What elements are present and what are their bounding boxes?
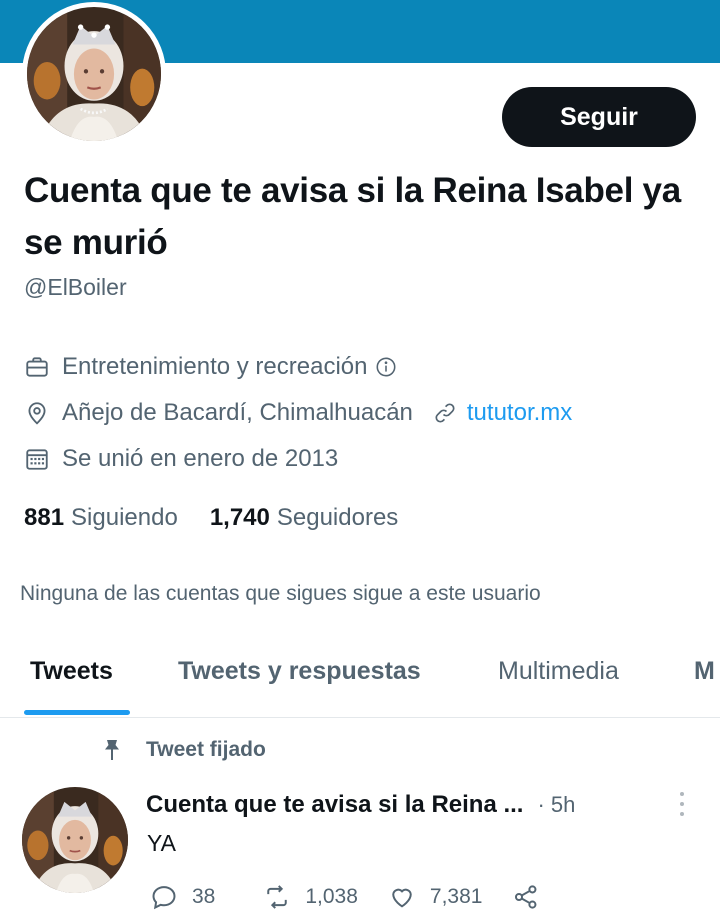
like-count: 7,381: [429, 885, 483, 908]
pinned-tweet-label: Tweet fijado: [100, 738, 266, 762]
tweet-text: YA: [147, 830, 176, 856]
queen-portrait-small: [22, 787, 128, 893]
tweet-header: Cuenta que te avisa si la Reina ... · 5h: [146, 791, 575, 819]
heart-icon: [392, 888, 412, 908]
tab-media[interactable]: Multimedia: [498, 657, 619, 686]
profile-location-row: Añejo de Bacardí, Chimalhuacán tututor.m…: [24, 399, 572, 427]
profile-joined-row: Se unió en enero de 2013: [24, 445, 338, 473]
tab-tweets[interactable]: Tweets: [30, 657, 113, 686]
link-icon: [433, 401, 457, 425]
active-tab-indicator: [24, 710, 130, 715]
profile-avatar[interactable]: [22, 2, 166, 146]
profile-category: Entretenimiento y recreación: [62, 353, 368, 380]
tab-likes[interactable]: M: [694, 657, 715, 686]
retweet-icon: [267, 885, 288, 909]
retweet-button[interactable]: 1,038: [263, 883, 358, 911]
tweet-author-name[interactable]: Cuenta que te avisa si la Reina ...: [146, 791, 523, 819]
tab-tweets-and-replies[interactable]: Tweets y respuestas: [178, 657, 421, 686]
like-button[interactable]: 7,381: [388, 883, 483, 911]
followers-label: Seguidores: [276, 504, 399, 531]
profile-joined-date: Se unió en enero de 2013: [62, 445, 339, 472]
following-count: 881: [24, 504, 65, 531]
calendar-icon: [24, 446, 50, 472]
location-pin-icon: [24, 400, 50, 426]
tweet-timestamp[interactable]: · 5h: [537, 792, 575, 818]
profile-stats: 881 Siguiendo 1,740 Seguidores: [24, 504, 430, 532]
follow-button[interactable]: Seguir: [502, 87, 696, 147]
profile-website-link[interactable]: tututor.mx: [467, 399, 572, 427]
reply-count: 38: [192, 885, 216, 908]
tweet-actions: 38 1,038 7,381: [150, 880, 554, 914]
reply-button[interactable]: 38: [150, 883, 215, 911]
profile-display-name: Cuenta que te avisa si la Reina Isabel y…: [24, 171, 681, 262]
pin-icon: [100, 738, 124, 762]
profile-handle: @ElBoiler: [24, 274, 127, 300]
more-vertical-icon[interactable]: [672, 789, 692, 819]
info-icon[interactable]: [375, 356, 397, 378]
share-icon: [515, 885, 537, 909]
mutual-followers-note: Ninguna de las cuentas que sigues sigue …: [20, 582, 541, 605]
reply-icon: [152, 886, 176, 910]
queen-portrait: [27, 7, 161, 141]
followers-stat[interactable]: 1,740 Seguidores: [210, 504, 398, 532]
share-button[interactable]: [512, 883, 554, 911]
pinned-label-text: Tweet fijado: [146, 738, 266, 761]
briefcase-icon: [24, 354, 50, 380]
tweet-author-avatar[interactable]: [22, 787, 128, 893]
profile-tabs: Tweets Tweets y respuestas Multimedia M: [0, 640, 720, 718]
retweet-count: 1,038: [305, 885, 358, 908]
profile-location: Añejo de Bacardí, Chimalhuacán: [62, 399, 413, 426]
profile-category-row: Entretenimiento y recreación: [24, 353, 397, 381]
following-stat[interactable]: 881 Siguiendo: [24, 504, 178, 532]
followers-count: 1,740: [209, 504, 270, 531]
following-label: Siguiendo: [71, 504, 178, 531]
